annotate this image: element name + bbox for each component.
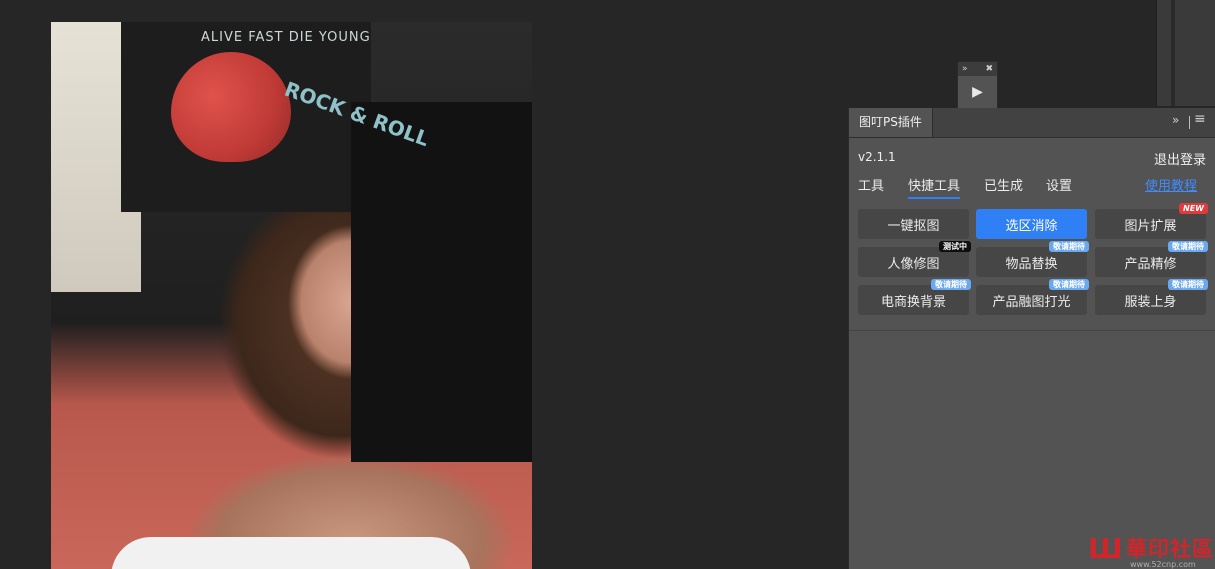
mini-panel-header: » ✖ <box>958 62 997 76</box>
logout-button[interactable]: 退出登录 <box>1154 149 1206 168</box>
plugin-panel: 图叮PS插件 » ≡ v2.1.1 退出登录 工具 快捷工具 已生成 设置 使用… <box>848 108 1215 569</box>
coming-soon-badge: 敬请期待 <box>1049 279 1089 290</box>
tabbar-divider <box>1189 116 1190 129</box>
play-icon[interactable]: ▶ <box>958 76 997 108</box>
new-badge: NEW <box>1179 203 1208 214</box>
version-label: v2.1.1 <box>858 150 896 164</box>
watermark-url: www.52cnp.com <box>1130 560 1196 569</box>
canvas-photo: ALIVE FAST DIE YOUNG ROCK & ROLL <box>51 22 532 569</box>
mini-floating-panel[interactable]: » ✖ ▶ <box>957 61 998 109</box>
button-label: 电商换背景 <box>880 294 946 310</box>
menu-icon[interactable]: ≡ <box>1194 111 1206 127</box>
testing-badge: 测试中 <box>939 241 971 252</box>
button-label: 产品融图打光 <box>992 294 1071 310</box>
collapse-icon[interactable]: » <box>1172 113 1179 127</box>
selection-erase-button[interactable]: 选区消除 <box>976 209 1087 239</box>
active-tab-indicator <box>908 197 960 199</box>
watermark-logo: Ш <box>1088 532 1123 565</box>
button-label: 人像修图 <box>887 256 940 272</box>
tab-tools[interactable]: 工具 <box>858 175 884 194</box>
tab-generated[interactable]: 已生成 <box>984 175 1023 194</box>
tab-plugin[interactable]: 图叮PS插件 <box>849 108 933 137</box>
coming-soon-badge: 敬请期待 <box>931 279 971 290</box>
right-panel-strip[interactable] <box>1156 0 1215 106</box>
button-label: 服装上身 <box>1124 294 1177 310</box>
image-extend-button[interactable]: 图片扩展 NEW <box>1095 203 1208 239</box>
coming-soon-badge: 敬请期待 <box>1168 279 1208 290</box>
coming-soon-badge: 敬请期待 <box>1168 241 1208 252</box>
cutout-button[interactable]: 一键抠图 <box>858 209 969 239</box>
close-icon[interactable]: ✖ <box>985 64 993 74</box>
dress-shape <box>111 537 471 569</box>
button-label: 图片扩展 <box>1124 218 1177 234</box>
button-label: 选区消除 <box>1005 218 1058 234</box>
tab-settings[interactable]: 设置 <box>1046 175 1072 194</box>
site-watermark: Ш 華印社區 www.52cnp.com <box>1086 531 1215 569</box>
product-blend-lighting-button[interactable]: 产品融图打光 敬请期待 <box>976 279 1089 315</box>
button-label: 一键抠图 <box>887 218 940 234</box>
ecommerce-background-button[interactable]: 电商换背景 敬请期待 <box>858 279 971 315</box>
clothing-tryon-button[interactable]: 服装上身 敬请期待 <box>1095 279 1208 315</box>
poster-right <box>351 102 532 462</box>
panel-tabbar: 图叮PS插件 » ≡ <box>849 108 1215 138</box>
watermark-text: 華印社區 <box>1126 536 1214 561</box>
coming-soon-badge: 敬请期待 <box>1049 241 1089 252</box>
product-refine-button[interactable]: 产品精修 敬请期待 <box>1095 241 1208 277</box>
tutorial-link[interactable]: 使用教程 <box>1145 175 1197 194</box>
button-label: 物品替换 <box>1005 256 1058 272</box>
poster-text: ALIVE FAST DIE YOUNG <box>201 30 371 45</box>
grid-divider <box>849 330 1215 331</box>
heart-graphic <box>171 52 291 162</box>
portrait-retouch-button[interactable]: 人像修图 测试中 <box>858 241 971 277</box>
tab-quick-tools[interactable]: 快捷工具 <box>908 175 960 194</box>
expand-icon[interactable]: » <box>962 64 968 74</box>
button-label: 产品精修 <box>1124 256 1177 272</box>
object-replace-button[interactable]: 物品替换 敬请期待 <box>976 241 1089 277</box>
